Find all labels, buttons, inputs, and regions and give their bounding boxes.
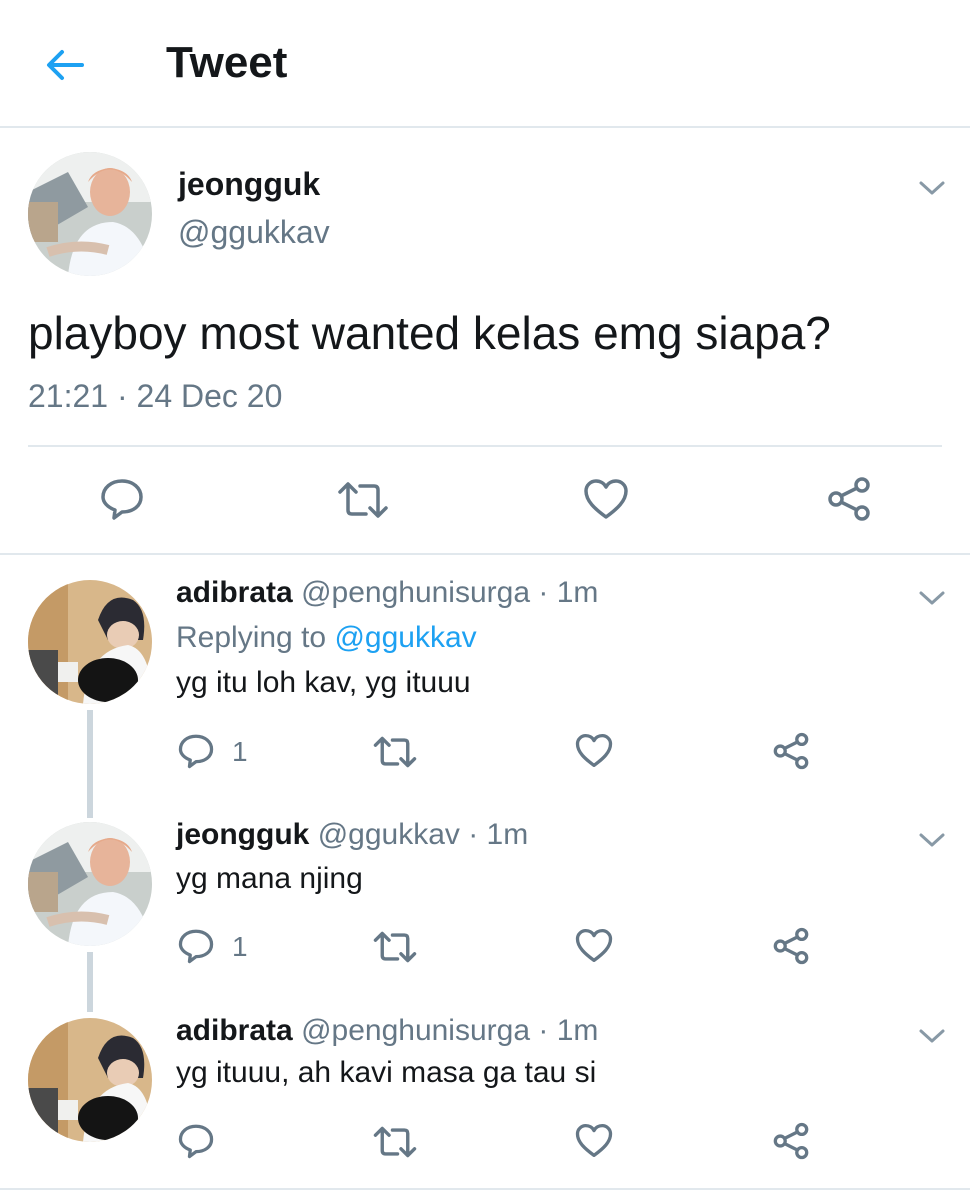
share-icon bbox=[773, 927, 809, 965]
chevron-down-icon[interactable] bbox=[918, 1026, 946, 1046]
reply-button[interactable] bbox=[178, 733, 214, 769]
like-icon bbox=[575, 928, 613, 963]
reply-header: adibrata @penghunisurga · 1m bbox=[176, 576, 598, 610]
reply-author-name[interactable]: adibrata bbox=[176, 1014, 293, 1047]
reply-text: yg ituuu, ah kavi masa ga tau si bbox=[176, 1056, 597, 1089]
avatar[interactable] bbox=[28, 1018, 152, 1142]
page-title: Tweet bbox=[166, 38, 288, 87]
divider bbox=[0, 553, 970, 555]
avatar[interactable] bbox=[28, 822, 152, 946]
replying-to-label: Replying to bbox=[176, 621, 335, 654]
tweet-author-name[interactable]: jeongguk bbox=[178, 166, 320, 203]
tweet-author-handle[interactable]: @ggukkav bbox=[178, 214, 330, 251]
reply-author-name[interactable]: adibrata bbox=[176, 576, 293, 609]
share-icon bbox=[773, 732, 809, 770]
reply-header: jeongguk @ggukkav · 1m bbox=[176, 818, 528, 852]
avatar[interactable] bbox=[28, 580, 152, 704]
reply-time: · 1m bbox=[538, 576, 599, 609]
like-icon bbox=[575, 1123, 613, 1158]
tweet-text: playboy most wanted kelas emg siapa? bbox=[28, 307, 831, 359]
reply-header: adibrata @penghunisurga · 1m bbox=[176, 1014, 598, 1048]
reply-icon bbox=[101, 479, 143, 520]
retweet-button[interactable] bbox=[336, 480, 390, 520]
reply-icon bbox=[178, 1124, 214, 1159]
like-button[interactable] bbox=[575, 1123, 613, 1158]
reply-time: · 1m bbox=[468, 818, 529, 851]
divider bbox=[28, 445, 942, 447]
replying-to: Replying to @ggukkav bbox=[176, 621, 477, 655]
tweet-timestamp[interactable]: 21:21 · 24 Dec 20 bbox=[28, 378, 282, 415]
retweet-icon bbox=[373, 1126, 417, 1158]
retweet-button[interactable] bbox=[372, 930, 418, 964]
reply-count: 1 bbox=[232, 736, 248, 767]
chevron-down-icon[interactable] bbox=[918, 830, 946, 850]
share-button[interactable] bbox=[772, 927, 810, 965]
reply-author-handle[interactable]: @penghunisurga bbox=[301, 1014, 530, 1047]
retweet-button[interactable] bbox=[372, 1125, 418, 1159]
reply-text: yg mana njing bbox=[176, 862, 363, 895]
chevron-down-icon[interactable] bbox=[918, 588, 946, 608]
reply-button[interactable] bbox=[100, 478, 144, 520]
avatar[interactable] bbox=[28, 152, 152, 276]
like-button[interactable] bbox=[575, 928, 613, 963]
reply-author-handle[interactable]: @penghunisurga bbox=[301, 576, 530, 609]
like-icon bbox=[575, 733, 613, 768]
reply-text: yg itu loh kav, yg ituuu bbox=[176, 666, 471, 699]
reply-count: 1 bbox=[232, 931, 248, 962]
chevron-down-icon[interactable] bbox=[918, 178, 946, 198]
reply-icon bbox=[178, 929, 214, 964]
like-button[interactable] bbox=[575, 733, 613, 768]
thread-line bbox=[87, 952, 93, 1012]
back-arrow-icon[interactable] bbox=[40, 40, 90, 90]
retweet-icon bbox=[338, 482, 388, 518]
reply-icon bbox=[178, 734, 214, 769]
share-button[interactable] bbox=[772, 1122, 810, 1160]
retweet-icon bbox=[373, 931, 417, 963]
reply-button[interactable] bbox=[178, 1123, 214, 1159]
retweet-button[interactable] bbox=[372, 735, 418, 769]
divider bbox=[0, 1188, 970, 1190]
reply-author-handle[interactable]: @ggukkav bbox=[318, 818, 460, 851]
like-button[interactable] bbox=[583, 478, 629, 520]
like-icon bbox=[584, 479, 628, 519]
reply-time: · 1m bbox=[538, 1014, 599, 1047]
share-icon bbox=[828, 477, 870, 521]
reply-author-name[interactable]: jeongguk bbox=[176, 818, 309, 851]
replying-to-handle[interactable]: @ggukkav bbox=[334, 621, 476, 654]
share-button[interactable] bbox=[826, 476, 872, 522]
retweet-icon bbox=[373, 736, 417, 768]
share-button[interactable] bbox=[772, 732, 810, 770]
share-icon bbox=[773, 1122, 809, 1160]
top-bar: Tweet bbox=[0, 0, 970, 128]
reply-button[interactable] bbox=[178, 928, 214, 964]
thread-line bbox=[87, 710, 93, 818]
